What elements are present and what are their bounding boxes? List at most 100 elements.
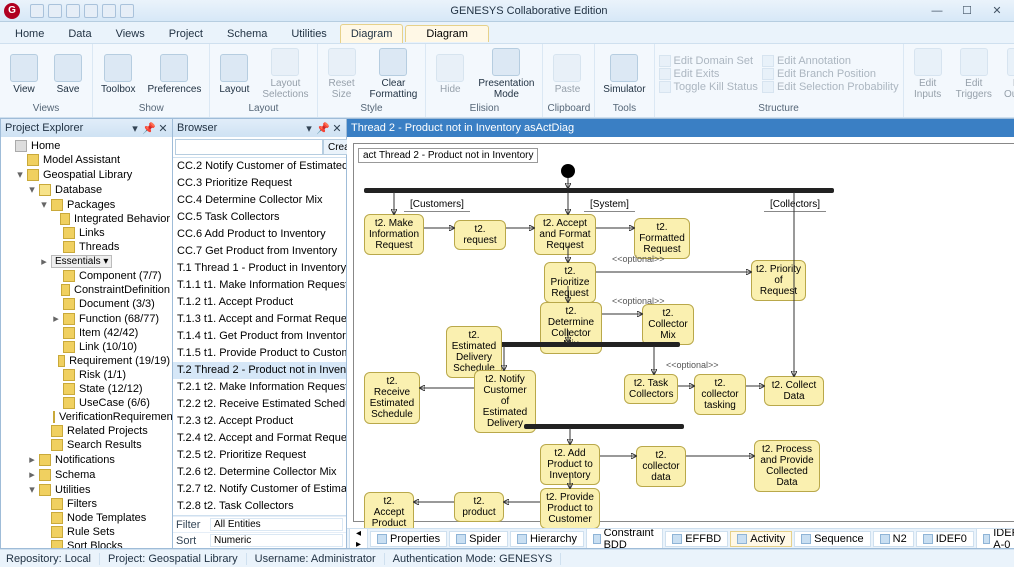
diagram-canvas[interactable]: act Thread 2 - Product not in Inventory … (353, 143, 1014, 522)
browser-list[interactable]: CC.2 Notify Customer of Estimated Delive… (173, 158, 346, 515)
activity-node[interactable]: t2. Make Information Request (364, 214, 424, 255)
ribbon-line-label[interactable]: Edit Exits (674, 68, 720, 80)
tree-node[interactable]: Risk (1/1) (3, 368, 172, 382)
browser-item[interactable]: T.1.4 t1. Get Product from Inventory (173, 328, 346, 345)
filter-value[interactable]: All Entities (210, 518, 343, 531)
tree-node[interactable]: ▸Function (68/77) (3, 311, 172, 326)
browser-item[interactable]: T.2 Thread 2 - Product not in Inventory (173, 362, 346, 379)
diagram-tab-activity[interactable]: Activity (730, 531, 792, 547)
activity-node[interactable]: t2. request (454, 220, 506, 250)
ribbon-layout[interactable]: Layout (214, 52, 254, 97)
tree-node[interactable]: Link (10/10) (3, 340, 172, 354)
diagram-tab-hierarchy[interactable]: Hierarchy (510, 531, 584, 547)
tree-node[interactable]: Search Results (3, 438, 172, 452)
browser-item[interactable]: T.2.5 t2. Prioritize Request (173, 447, 346, 464)
ribbon-edit-outputs[interactable]: EditOutputs (1000, 46, 1014, 102)
activity-node[interactable]: t2. Priority of Request (751, 260, 806, 301)
tree-twisty-icon[interactable]: ▸ (51, 312, 61, 325)
browser-item[interactable]: T.1.1 t1. Make Information Request (173, 277, 346, 294)
close-button[interactable]: ✕ (984, 4, 1010, 18)
browser-item[interactable]: T.2.3 t2. Accept Product (173, 413, 346, 430)
tree-node[interactable]: UseCase (6/6) (3, 396, 172, 410)
tree-node[interactable]: Links (3, 226, 172, 240)
browser-item[interactable]: CC.2 Notify Customer of Estimated Delive… (173, 158, 346, 175)
tree-twisty-icon[interactable]: ▸ (39, 255, 49, 268)
diagram-tab-n2[interactable]: N2 (873, 531, 914, 547)
qat-icon[interactable] (102, 4, 116, 18)
tree-twisty-icon[interactable]: ▸ (27, 468, 37, 481)
pin-icon[interactable]: 📌 (144, 123, 154, 133)
project-tree[interactable]: HomeModel Assistant▾Geospatial Library▾D… (1, 137, 172, 548)
ribbon-line-icon[interactable] (659, 55, 671, 67)
minimize-button[interactable]: — (924, 4, 950, 18)
menu-tab-schema[interactable]: Schema (216, 24, 278, 43)
ribbon-preferences[interactable]: Preferences (143, 52, 205, 97)
activity-node[interactable]: t2. Prioritize Request (544, 262, 596, 303)
browser-item[interactable]: T.2.8 t2. Task Collectors (173, 498, 346, 515)
tree-node[interactable]: Document (3/3) (3, 297, 172, 311)
activity-node[interactable]: t2. Task Collectors (624, 374, 678, 404)
ribbon-line-label[interactable]: Edit Branch Position (777, 68, 876, 80)
ribbon-line-icon[interactable] (659, 81, 671, 93)
tree-twisty-icon[interactable]: ▾ (27, 483, 37, 496)
ribbon-edit-triggers[interactable]: EditTriggers (952, 46, 996, 102)
ribbon-line-label[interactable]: Edit Domain Set (674, 55, 753, 67)
tree-node[interactable]: ▾Packages (3, 197, 172, 212)
start-node[interactable] (561, 164, 575, 178)
ribbon-line-label[interactable]: Edit Annotation (777, 55, 851, 67)
activity-node[interactable]: t2. Accept and Format Request (534, 214, 596, 255)
menu-tab-project[interactable]: Project (158, 24, 214, 43)
ribbon-clear-formatting[interactable]: ClearFormatting (366, 46, 422, 102)
pin-icon[interactable]: 📌 (318, 123, 328, 133)
browser-item[interactable]: T.1.5 t1. Provide Product to Customer (173, 345, 346, 362)
browser-item[interactable]: T.2.6 t2. Determine Collector Mix (173, 464, 346, 481)
tree-node[interactable]: ▾Utilities (3, 482, 172, 497)
activity-node[interactable]: t2. Collector Mix (642, 304, 694, 345)
browser-item[interactable]: CC.4 Determine Collector Mix (173, 192, 346, 209)
menu-tab-diagram[interactable]: Diagram (340, 24, 404, 43)
close-icon[interactable]: ✕ (158, 123, 168, 133)
menu-tab-home[interactable]: Home (4, 24, 55, 43)
ribbon-toolbox[interactable]: Toolbox (97, 52, 139, 97)
menu-tab-utilities[interactable]: Utilities (280, 24, 337, 43)
ribbon-layout-selections[interactable]: LayoutSelections (258, 46, 312, 102)
diagram-tabs[interactable]: ◂ ▸PropertiesSpiderHierarchyConstraint B… (347, 528, 1014, 548)
activity-node[interactable]: t2. Collect Data (764, 376, 824, 406)
ribbon-hide[interactable]: Hide (430, 52, 470, 97)
menu-tab-data[interactable]: Data (57, 24, 102, 43)
browser-item[interactable]: T.2.4 t2. Accept and Format Request (173, 430, 346, 447)
menu-tab-views[interactable]: Views (105, 24, 156, 43)
dropdown-icon[interactable]: ▾ (304, 123, 314, 133)
ribbon-line-label[interactable]: Toggle Kill Status (674, 81, 758, 93)
sort-value[interactable]: Numeric (210, 534, 343, 547)
qat-icon[interactable] (84, 4, 98, 18)
tree-node[interactable]: Filters (3, 497, 172, 511)
tree-node[interactable]: Item (42/42) (3, 326, 172, 340)
ribbon-presentation-mode[interactable]: PresentationMode (474, 46, 538, 102)
diagram-tab-properties[interactable]: Properties (370, 531, 447, 547)
browser-item[interactable]: T.1 Thread 1 - Product in Inventory (173, 260, 346, 277)
ribbon-save[interactable]: Save (48, 52, 88, 97)
diagram-tab-constraint-bdd[interactable]: Constraint BDD (586, 528, 663, 548)
activity-node[interactable]: t2. Receive Estimated Schedule (364, 372, 420, 424)
tree-node[interactable]: Home (3, 139, 172, 153)
close-icon[interactable]: ✕ (332, 123, 342, 133)
tree-node[interactable]: ▸Schema (3, 467, 172, 482)
tree-twisty-icon[interactable]: ▾ (39, 198, 49, 211)
diagram-tab-effbd[interactable]: EFFBD (665, 531, 728, 547)
browser-search-input[interactable] (175, 139, 323, 155)
browser-item[interactable]: T.2.1 t2. Make Information Request (173, 379, 346, 396)
ribbon-line-icon[interactable] (762, 81, 774, 93)
activity-node[interactable]: t2. Formatted Request (634, 218, 690, 259)
ribbon-line-label[interactable]: Edit Selection Probability (777, 81, 899, 93)
browser-item[interactable]: CC.5 Task Collectors (173, 209, 346, 226)
diagram-canvas-wrap[interactable]: act Thread 2 - Product not in Inventory … (347, 137, 1014, 528)
tree-node[interactable]: Integrated Behavior (3, 212, 172, 226)
tree-node[interactable]: ▾Database (3, 182, 172, 197)
activity-node[interactable]: t2. Process and Provide Collected Data (754, 440, 820, 492)
activity-node[interactable]: t2. Provide Product to Customer (540, 488, 600, 528)
tree-node[interactable]: Related Projects (3, 424, 172, 438)
tree-node[interactable]: Sort Blocks (3, 539, 172, 548)
tree-twisty-icon[interactable]: ▾ (27, 183, 37, 196)
activity-node[interactable]: t2. product (454, 492, 504, 522)
